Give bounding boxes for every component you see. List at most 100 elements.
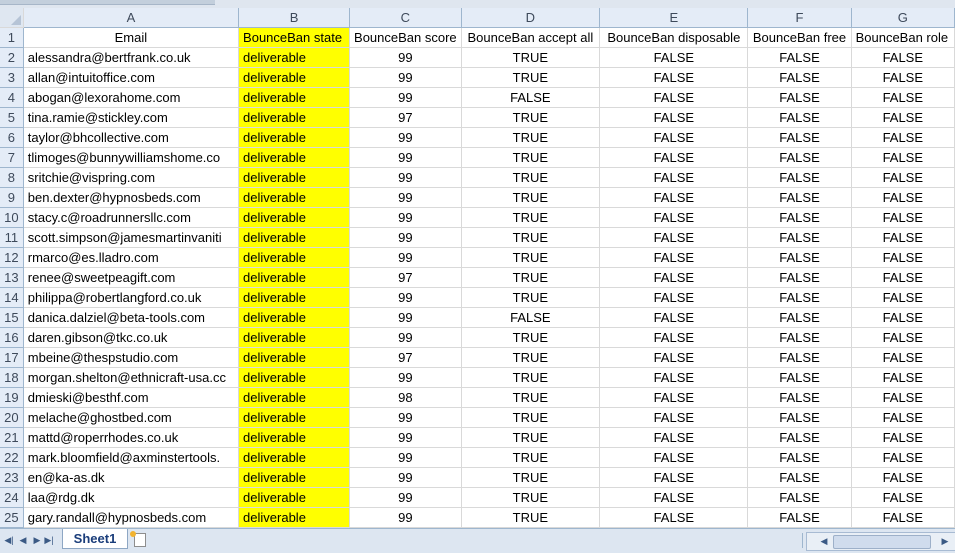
role-cell[interactable]: FALSE xyxy=(851,427,955,448)
accept-all-cell[interactable]: TRUE xyxy=(461,267,601,288)
header-cell-email[interactable]: Email xyxy=(23,27,240,48)
accept-all-cell[interactable]: TRUE xyxy=(461,227,601,248)
free-cell[interactable]: FALSE xyxy=(747,207,852,228)
accept-all-cell[interactable]: TRUE xyxy=(461,507,601,528)
state-cell[interactable]: deliverable xyxy=(238,147,351,168)
state-cell[interactable]: deliverable xyxy=(238,107,351,128)
accept-all-cell[interactable]: TRUE xyxy=(461,367,601,388)
email-cell[interactable]: renee@sweetpeagift.com xyxy=(23,267,240,288)
accept-all-cell[interactable]: TRUE xyxy=(461,387,601,408)
role-cell[interactable]: FALSE xyxy=(851,247,955,268)
accept-all-cell[interactable]: TRUE xyxy=(461,67,601,88)
disposable-cell[interactable]: FALSE xyxy=(599,167,749,188)
role-cell[interactable]: FALSE xyxy=(851,487,955,508)
disposable-cell[interactable]: FALSE xyxy=(599,187,749,208)
disposable-cell[interactable]: FALSE xyxy=(599,447,749,468)
row-number[interactable]: 12 xyxy=(0,247,24,268)
score-cell[interactable]: 99 xyxy=(349,87,462,108)
row-number[interactable]: 14 xyxy=(0,287,24,308)
email-cell[interactable]: alessandra@bertfrank.co.uk xyxy=(23,47,240,68)
score-cell[interactable]: 99 xyxy=(349,327,462,348)
row-number[interactable]: 17 xyxy=(0,347,24,368)
role-cell[interactable]: FALSE xyxy=(851,407,955,428)
state-cell[interactable]: deliverable xyxy=(238,247,351,268)
column-header-e[interactable]: E xyxy=(599,8,749,28)
state-cell[interactable]: deliverable xyxy=(238,307,351,328)
score-cell[interactable]: 99 xyxy=(349,287,462,308)
header-cell-score[interactable]: BounceBan score xyxy=(349,27,462,48)
disposable-cell[interactable]: FALSE xyxy=(599,207,749,228)
accept-all-cell[interactable]: TRUE xyxy=(461,347,601,368)
score-cell[interactable]: 99 xyxy=(349,427,462,448)
score-cell[interactable]: 99 xyxy=(349,67,462,88)
prev-sheet-nav-icon[interactable]: ◀ xyxy=(18,534,28,546)
free-cell[interactable]: FALSE xyxy=(747,387,852,408)
row-number[interactable]: 10 xyxy=(0,207,24,228)
row-number[interactable]: 3 xyxy=(0,67,24,88)
disposable-cell[interactable]: FALSE xyxy=(599,467,749,488)
disposable-cell[interactable]: FALSE xyxy=(599,367,749,388)
column-header-c[interactable]: C xyxy=(349,8,462,28)
score-cell[interactable]: 99 xyxy=(349,187,462,208)
disposable-cell[interactable]: FALSE xyxy=(599,507,749,528)
state-cell[interactable]: deliverable xyxy=(238,507,351,528)
row-number[interactable]: 15 xyxy=(0,307,24,328)
accept-all-cell[interactable]: TRUE xyxy=(461,207,601,228)
state-cell[interactable]: deliverable xyxy=(238,47,351,68)
accept-all-cell[interactable]: TRUE xyxy=(461,327,601,348)
insert-sheet-icon[interactable] xyxy=(130,531,150,547)
row-number[interactable]: 18 xyxy=(0,367,24,388)
role-cell[interactable]: FALSE xyxy=(851,67,955,88)
email-cell[interactable]: gary.randall@hypnosbeds.com xyxy=(23,507,240,528)
role-cell[interactable]: FALSE xyxy=(851,327,955,348)
free-cell[interactable]: FALSE xyxy=(747,227,852,248)
email-cell[interactable]: sritchie@vispring.com xyxy=(23,167,240,188)
free-cell[interactable]: FALSE xyxy=(747,127,852,148)
row-number[interactable]: 25 xyxy=(0,507,24,528)
row-number[interactable]: 2 xyxy=(0,47,24,68)
free-cell[interactable]: FALSE xyxy=(747,307,852,328)
score-cell[interactable]: 99 xyxy=(349,407,462,428)
role-cell[interactable]: FALSE xyxy=(851,127,955,148)
role-cell[interactable]: FALSE xyxy=(851,467,955,488)
row-number[interactable]: 4 xyxy=(0,87,24,108)
free-cell[interactable]: FALSE xyxy=(747,487,852,508)
role-cell[interactable]: FALSE xyxy=(851,507,955,528)
role-cell[interactable]: FALSE xyxy=(851,227,955,248)
score-cell[interactable]: 98 xyxy=(349,387,462,408)
disposable-cell[interactable]: FALSE xyxy=(599,247,749,268)
accept-all-cell[interactable]: TRUE xyxy=(461,107,601,128)
role-cell[interactable]: FALSE xyxy=(851,147,955,168)
accept-all-cell[interactable]: TRUE xyxy=(461,147,601,168)
email-cell[interactable]: en@ka-as.dk xyxy=(23,467,240,488)
score-cell[interactable]: 99 xyxy=(349,167,462,188)
role-cell[interactable]: FALSE xyxy=(851,347,955,368)
accept-all-cell[interactable]: TRUE xyxy=(461,447,601,468)
email-cell[interactable]: philippa@robertlangford.co.uk xyxy=(23,287,240,308)
score-cell[interactable]: 97 xyxy=(349,267,462,288)
sheet-tab-sheet1[interactable]: Sheet1 xyxy=(62,529,128,549)
role-cell[interactable]: FALSE xyxy=(851,307,955,328)
disposable-cell[interactable]: FALSE xyxy=(599,487,749,508)
free-cell[interactable]: FALSE xyxy=(747,247,852,268)
score-cell[interactable]: 99 xyxy=(349,47,462,68)
row-number[interactable]: 8 xyxy=(0,167,24,188)
disposable-cell[interactable]: FALSE xyxy=(599,127,749,148)
row-number[interactable]: 20 xyxy=(0,407,24,428)
free-cell[interactable]: FALSE xyxy=(747,47,852,68)
first-sheet-nav-icon[interactable]: ◀| xyxy=(4,534,14,546)
accept-all-cell[interactable]: TRUE xyxy=(461,287,601,308)
row-number-1[interactable]: 1 xyxy=(0,27,24,48)
role-cell[interactable]: FALSE xyxy=(851,387,955,408)
state-cell[interactable]: deliverable xyxy=(238,287,351,308)
score-cell[interactable]: 99 xyxy=(349,447,462,468)
score-cell[interactable]: 97 xyxy=(349,347,462,368)
row-number[interactable]: 13 xyxy=(0,267,24,288)
score-cell[interactable]: 99 xyxy=(349,307,462,328)
role-cell[interactable]: FALSE xyxy=(851,167,955,188)
row-number[interactable]: 22 xyxy=(0,447,24,468)
state-cell[interactable]: deliverable xyxy=(238,207,351,228)
disposable-cell[interactable]: FALSE xyxy=(599,107,749,128)
horizontal-scrollbar[interactable]: ◀ ▶ xyxy=(806,532,955,551)
state-cell[interactable]: deliverable xyxy=(238,327,351,348)
